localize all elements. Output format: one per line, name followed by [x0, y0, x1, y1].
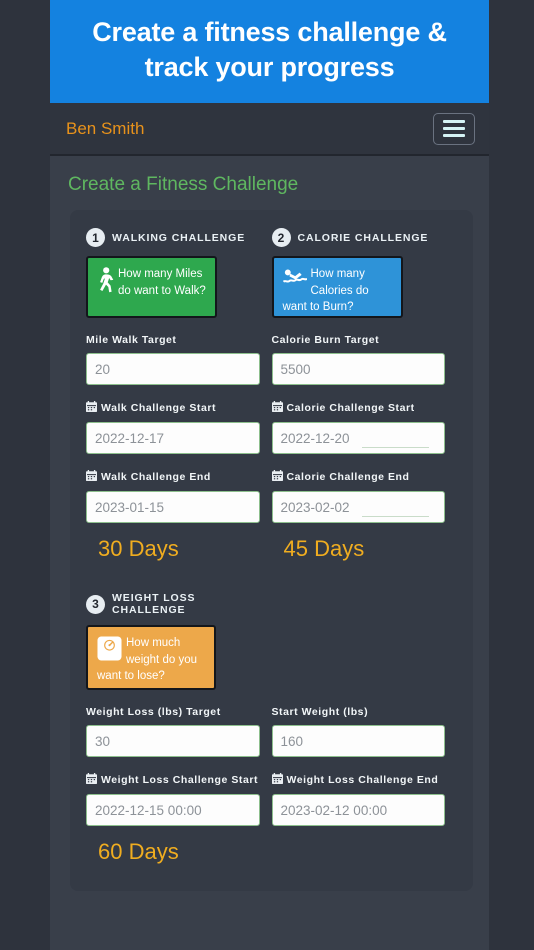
field-group-weight-loss-target: Weight Loss (lbs) Target — [86, 706, 260, 757]
challenge-row-3-header: 3 WEIGHT LOSS CHALLENGE How much weight … — [86, 592, 457, 690]
field-group-weight-end: Weight Loss Challenge End — [271, 773, 446, 826]
label-weight-start: Weight Loss Challenge Start — [86, 773, 260, 787]
weight-duration-days: 60 Days — [98, 839, 179, 864]
challenge-row-1: 1 WALKING CHALLENGE How many Miles do wa… — [86, 228, 457, 562]
label-weight-start-text: Weight Loss Challenge Start — [101, 774, 259, 786]
calorie-duration-days: 45 Days — [283, 536, 365, 561]
walk-challenge-start-input[interactable] — [86, 422, 260, 454]
start-weight-input[interactable] — [271, 725, 445, 757]
weight-scale-icon — [97, 636, 122, 667]
field-group-start-weight: Start Weight (lbs) — [271, 706, 445, 757]
page-body: Create a Fitness Challenge 1 WALKING CHA… — [50, 156, 489, 950]
label-walk-end-text: Walk Challenge End — [101, 471, 211, 483]
weight-loss-challenge-end-input[interactable] — [271, 794, 445, 826]
step-label-calorie: CALORIE CHALLENGE — [297, 231, 429, 244]
label-calorie-end: Calorie Challenge End — [271, 470, 446, 484]
swimmer-icon — [282, 267, 308, 295]
calendar-icon — [271, 773, 283, 787]
label-weight-end: Weight Loss Challenge End — [271, 773, 446, 787]
walking-person-icon — [97, 267, 114, 299]
label-weight-end-text: Weight Loss Challenge End — [286, 774, 439, 786]
calorie-challenge-end-input[interactable] — [271, 491, 445, 523]
hero-title: Create a fitness challenge & track your … — [92, 16, 447, 82]
calorie-end-wrap — [271, 491, 445, 523]
calorie-challenge-start-input[interactable] — [271, 422, 445, 454]
label-calorie-start-text: Calorie Challenge Start — [286, 402, 415, 414]
label-calorie-end-text: Calorie Challenge End — [286, 471, 410, 483]
walk-challenge-end-input[interactable] — [86, 491, 260, 523]
navbar: Ben Smith — [50, 103, 489, 156]
calendar-icon — [86, 401, 97, 415]
weight-loss-target-input[interactable] — [86, 725, 260, 757]
walk-duration-days: 30 Days — [98, 536, 179, 561]
brand-username[interactable]: Ben Smith — [66, 119, 144, 139]
page-title: Create a Fitness Challenge — [68, 174, 299, 195]
field-group-weight-start: Weight Loss Challenge Start — [86, 773, 260, 826]
step-badge-1: 1 — [86, 228, 105, 247]
weight-start-column: Weight Loss Challenge Start — [86, 757, 272, 826]
label-calorie-start: Calorie Challenge Start — [271, 401, 446, 415]
calendar-icon — [86, 470, 97, 484]
label-mile-walk-target: Mile Walk Target — [86, 334, 177, 346]
field-group-mile-walk-target: Mile Walk Target — [86, 334, 260, 385]
step-badge-2: 2 — [271, 228, 291, 247]
field-group-walk-end: Walk Challenge End — [86, 470, 260, 523]
calorie-end-underline — [361, 516, 430, 517]
label-weight-loss-target: Weight Loss (lbs) Target — [86, 706, 221, 718]
mile-walk-target-input[interactable] — [86, 353, 260, 385]
field-group-calorie-start: Calorie Challenge Start — [271, 401, 446, 454]
step-header-calorie: 2 CALORIE CHALLENGE — [271, 228, 446, 247]
step-label-weight: WEIGHT LOSS CHALLENGE — [112, 592, 196, 616]
hamburger-bar-1 — [443, 120, 465, 123]
step-header-weight: 3 WEIGHT LOSS CHALLENGE — [86, 592, 260, 616]
calorie-burn-target-input[interactable] — [271, 353, 445, 385]
label-start-weight: Start Weight (lbs) — [271, 706, 369, 718]
field-group-walk-start: Walk Challenge Start — [86, 401, 260, 454]
app-root: Create a fitness challenge & track your … — [0, 0, 534, 950]
hamburger-bar-2 — [443, 127, 465, 130]
start-weight-column: Start Weight (lbs) — [271, 690, 458, 757]
label-walk-end: Walk Challenge End — [86, 470, 260, 484]
step-label-walking: WALKING CHALLENGE — [112, 231, 246, 244]
hero-banner: Create a fitness challenge & track your … — [50, 0, 489, 103]
challenge-form-card: 1 WALKING CHALLENGE How many Miles do wa… — [70, 210, 473, 891]
step-header-walking: 1 WALKING CHALLENGE — [86, 228, 260, 247]
prompt-tile-calorie[interactable]: How many Calories do want to Burn? — [271, 256, 403, 318]
calorie-start-underline — [361, 447, 430, 448]
content-column: Create a fitness challenge & track your … — [50, 0, 489, 950]
calendar-icon — [271, 401, 283, 415]
hamburger-menu-icon[interactable] — [433, 112, 475, 145]
field-group-calorie-burn-target: Calorie Burn Target — [271, 334, 445, 385]
challenge-column-walking: 1 WALKING CHALLENGE How many Miles do wa… — [86, 228, 272, 562]
challenge-column-weight-spacer — [272, 592, 458, 690]
hamburger-bar-3 — [443, 134, 465, 137]
challenge-column-calorie: 2 CALORIE CHALLENGE How many Calories do… — [271, 228, 458, 562]
calendar-icon — [86, 773, 97, 787]
calorie-start-wrap — [271, 422, 445, 454]
challenge-row-3-dates: Weight Loss Challenge Start 2022-12-15 0… — [86, 757, 457, 826]
calendar-icon — [271, 470, 283, 484]
prompt-tile-walking-line2: do want to Walk? — [118, 284, 206, 297]
weight-end-column: Weight Loss Challenge End — [271, 757, 458, 826]
weight-loss-challenge-start-input[interactable] — [86, 794, 260, 826]
prompt-tile-weight[interactable]: How much weight do you want to lose? — [86, 625, 216, 690]
prompt-tile-walking-line1: How many Miles — [118, 268, 203, 280]
step-badge-3: 3 — [86, 594, 105, 614]
challenge-row-3-targets: Weight Loss (lbs) Target Start Weight (l… — [86, 690, 457, 757]
challenge-column-weight: 3 WEIGHT LOSS CHALLENGE How much weight … — [86, 592, 272, 690]
prompt-tile-walking[interactable]: How many Miles do want to Walk? — [86, 256, 217, 318]
label-walk-start: Walk Challenge Start — [86, 401, 260, 415]
label-calorie-burn-target: Calorie Burn Target — [271, 334, 380, 346]
weight-target-column: Weight Loss (lbs) Target — [86, 690, 272, 757]
field-group-calorie-end: Calorie Challenge End — [271, 470, 446, 523]
label-walk-start-text: Walk Challenge Start — [101, 402, 217, 414]
